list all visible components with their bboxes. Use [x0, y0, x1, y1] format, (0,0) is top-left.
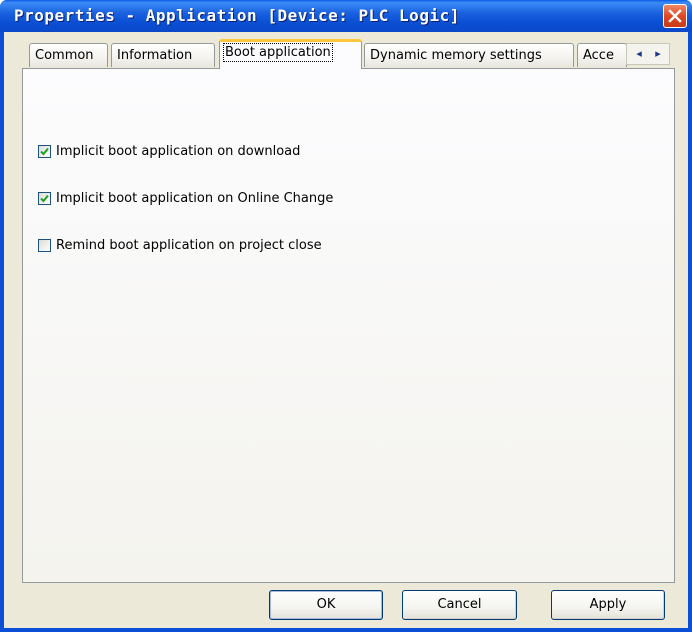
- tab-dynamic-memory-settings[interactable]: Dynamic memory settings: [364, 43, 574, 67]
- option-remind-boot-project-close[interactable]: Remind boot application on project close: [38, 236, 322, 254]
- check-icon: [40, 194, 49, 202]
- window-title: Properties - Application [Device: PLC Lo…: [14, 6, 460, 25]
- tab-label: Boot application: [223, 43, 333, 62]
- tab-label: Dynamic memory settings: [370, 48, 542, 63]
- checkbox-implicit-boot-download[interactable]: [38, 144, 51, 158]
- tab-information[interactable]: Information: [111, 43, 215, 67]
- properties-dialog: Properties - Application [Device: PLC Lo…: [0, 0, 692, 632]
- tab-label: Common: [35, 48, 94, 63]
- arrow-right-icon[interactable]: ▸: [649, 46, 667, 62]
- apply-button[interactable]: Apply: [551, 590, 665, 620]
- ok-button[interactable]: OK: [269, 590, 383, 620]
- tab-label: Acce: [583, 48, 614, 63]
- checkbox-implicit-boot-online-change[interactable]: [38, 191, 51, 205]
- check-icon: [40, 147, 49, 155]
- tab-access[interactable]: Acce: [577, 43, 627, 67]
- option-implicit-boot-download[interactable]: Implicit boot application on download: [38, 142, 300, 160]
- option-label: Implicit boot application on download: [56, 143, 301, 159]
- close-button[interactable]: [663, 4, 687, 28]
- title-bar[interactable]: Properties - Application [Device: PLC Lo…: [0, 0, 692, 32]
- close-icon: [668, 9, 682, 23]
- option-label: Implicit boot application on Online Chan…: [56, 190, 334, 206]
- checkbox-remind-boot-project-close[interactable]: [38, 238, 51, 252]
- arrow-left-icon[interactable]: ◂: [630, 46, 648, 62]
- cancel-button[interactable]: Cancel: [402, 590, 517, 620]
- option-implicit-boot-online-change[interactable]: Implicit boot application on Online Chan…: [38, 189, 333, 207]
- tab-label: Information: [117, 48, 193, 63]
- tab-boot-application[interactable]: Boot application: [219, 39, 362, 69]
- tab-common[interactable]: Common: [29, 43, 108, 67]
- option-label: Remind boot application on project close: [56, 237, 322, 253]
- tab-scroll-arrows: ◂ ▸: [626, 43, 670, 65]
